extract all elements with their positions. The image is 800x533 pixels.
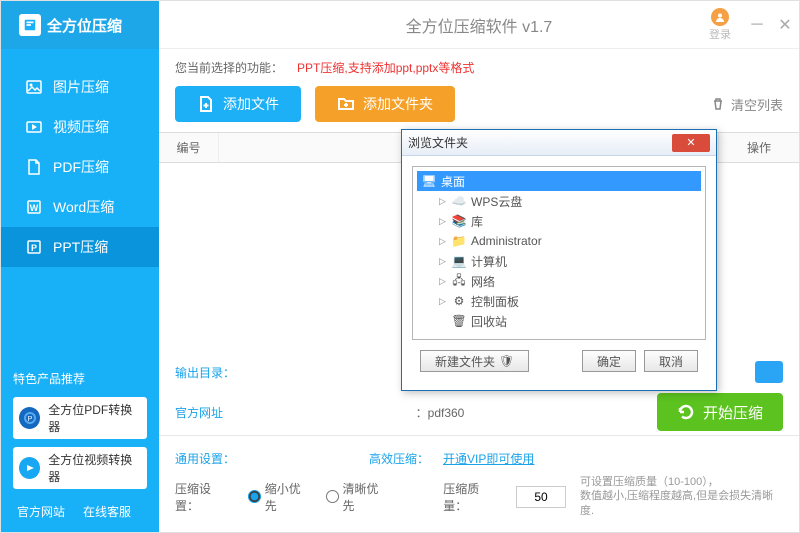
tree-item[interactable]: ▷💻计算机 — [435, 251, 701, 271]
pdf-converter-icon: P — [19, 407, 40, 429]
promo-pdf[interactable]: P 全方位PDF转换器 — [13, 397, 147, 439]
tree-item[interactable]: ▷📁Administrator — [435, 231, 701, 251]
library-icon: 📚 — [451, 214, 467, 228]
login-button[interactable]: 登录 — [709, 8, 731, 42]
cloud-icon: ☁️ — [451, 194, 467, 208]
svg-text:W: W — [30, 203, 39, 213]
minimize-button[interactable]: ─ — [743, 11, 771, 39]
vip-link[interactable]: 开通VIP即可使用 — [443, 450, 534, 467]
wx-info: ：pdf360 — [416, 404, 465, 421]
svg-text:P: P — [27, 416, 32, 423]
radio-shrink-priority[interactable]: 缩小优先 — [248, 480, 312, 514]
support-link[interactable]: 在线客服 — [83, 503, 131, 520]
app-title: 全方位压缩软件 v1.7 — [406, 13, 553, 37]
clear-list-button[interactable]: 清空列表 — [711, 86, 783, 122]
sidebar-item-video[interactable]: 视频压缩 — [1, 107, 159, 147]
cancel-button[interactable]: 取消 — [644, 350, 698, 372]
sidebar-item-image[interactable]: 图片压缩 — [1, 67, 159, 107]
video-converter-icon — [19, 457, 40, 479]
nav-label: PDF压缩 — [53, 157, 109, 177]
general-settings-label: 通用设置： — [175, 450, 235, 467]
folder-tree[interactable]: 🖥 桌面 ▷☁️WPS云盘 ▷📚库 ▷📁Administrator ▷💻计算机 … — [412, 166, 706, 340]
tree-root[interactable]: 🖥 桌面 — [417, 171, 701, 191]
logo-text: 全方位压缩 — [47, 15, 122, 36]
ppt-icon: P — [25, 238, 43, 256]
compress-setting-label: 压缩设置： — [175, 480, 234, 514]
dialog-close-button[interactable]: ✕ — [672, 134, 710, 152]
user-icon — [711, 8, 729, 26]
nav-label: Word压缩 — [53, 197, 114, 217]
titlebar: 全方位压缩软件 v1.7 登录 ─ ✕ — [159, 1, 799, 49]
shield-icon: 🛡 — [499, 354, 514, 368]
quality-hint-1: 可设置压缩质量（10-100）， — [580, 475, 783, 489]
file-plus-icon — [197, 95, 215, 113]
desktop-icon: 🖥 — [421, 174, 437, 188]
radio-clarity-priority[interactable]: 清晰优先 — [326, 480, 390, 514]
promo-heading: 特色产品推荐 — [1, 364, 159, 393]
nav-label: PPT压缩 — [53, 237, 108, 257]
tree-item[interactable]: ▷📚库 — [435, 211, 701, 231]
nav: 图片压缩 视频压缩 PDF压缩 W Word压缩 P PPT压缩 — [1, 67, 159, 267]
official-url-label[interactable]: 官方网址 — [175, 406, 223, 420]
tree-item[interactable]: ▷🖧网络 — [435, 271, 701, 291]
recycle-bin-icon: 🗑 — [451, 314, 467, 328]
computer-icon: 💻 — [451, 254, 467, 268]
tree-item[interactable]: ▷☁️WPS云盘 — [435, 191, 701, 211]
choose-folder-button[interactable] — [755, 361, 783, 383]
start-compress-button[interactable]: 开始压缩 — [657, 393, 783, 431]
browse-folder-dialog: 浏览文件夹 ✕ 🖥 桌面 ▷☁️WPS云盘 ▷📚库 ▷📁Administrato… — [401, 129, 717, 391]
quality-input[interactable] — [516, 486, 566, 508]
sidebar-item-ppt[interactable]: P PPT压缩 — [1, 227, 159, 267]
refresh-icon — [677, 403, 695, 421]
sidebar: 全方位压缩 图片压缩 视频压缩 PDF压缩 W Word压缩 P PPT压缩 特色产… — [1, 1, 159, 532]
pdf-icon — [25, 158, 43, 176]
add-file-button[interactable]: 添加文件 — [175, 86, 301, 122]
promo-label: 全方位PDF转换器 — [48, 401, 141, 435]
sidebar-item-pdf[interactable]: PDF压缩 — [1, 147, 159, 187]
tree-item[interactable]: 🗑回收站 — [435, 311, 701, 331]
dialog-titlebar[interactable]: 浏览文件夹 ✕ — [402, 130, 716, 156]
ok-button[interactable]: 确定 — [582, 350, 636, 372]
dialog-title: 浏览文件夹 — [408, 134, 468, 151]
new-folder-button[interactable]: 新建文件夹 🛡 — [420, 350, 529, 372]
word-icon: W — [25, 198, 43, 216]
tree-item[interactable]: ▷⚙控制面板 — [435, 291, 701, 311]
network-icon: 🖧 — [451, 274, 467, 288]
quality-hint-2: 数值越小,压缩程度越高,但是会损失清晰度. — [580, 489, 783, 518]
add-folder-button[interactable]: 添加文件夹 — [315, 86, 455, 122]
promo-video[interactable]: 全方位视频转换器 — [13, 447, 147, 489]
app-logo: 全方位压缩 — [1, 1, 159, 49]
folder-plus-icon — [337, 95, 355, 113]
trash-icon — [711, 97, 725, 111]
video-icon — [25, 118, 43, 136]
control-panel-icon: ⚙ — [451, 294, 467, 308]
nav-label: 视频压缩 — [53, 117, 109, 137]
high-compress-label: 高效压缩： — [369, 450, 429, 467]
close-button[interactable]: ✕ — [771, 11, 799, 39]
main: 全方位压缩软件 v1.7 登录 ─ ✕ 您当前选择的功能： PPT压缩,支持添加… — [159, 1, 799, 532]
output-label: 输出目录： — [175, 364, 235, 381]
user-folder-icon: 📁 — [451, 234, 467, 248]
sidebar-item-word[interactable]: W Word压缩 — [1, 187, 159, 227]
svg-text:P: P — [31, 243, 37, 253]
promo-label: 全方位视频转换器 — [48, 451, 141, 485]
logo-icon — [19, 14, 41, 36]
func-value: PPT压缩,支持添加ppt,pptx等格式 — [297, 59, 474, 76]
quality-label: 压缩质量： — [443, 480, 502, 514]
settings-panel: 通用设置： 高效压缩： 开通VIP即可使用 压缩设置： 缩小优先 清晰优先 压缩… — [159, 435, 799, 532]
nav-label: 图片压缩 — [53, 77, 109, 97]
side-footer: 官方网站 在线客服 — [1, 493, 159, 532]
col-index: 编号 — [159, 133, 219, 162]
image-icon — [25, 78, 43, 96]
col-action: 操作 — [719, 133, 799, 162]
official-site-link[interactable]: 官方网站 — [17, 503, 65, 520]
func-label: 您当前选择的功能： — [175, 59, 283, 76]
